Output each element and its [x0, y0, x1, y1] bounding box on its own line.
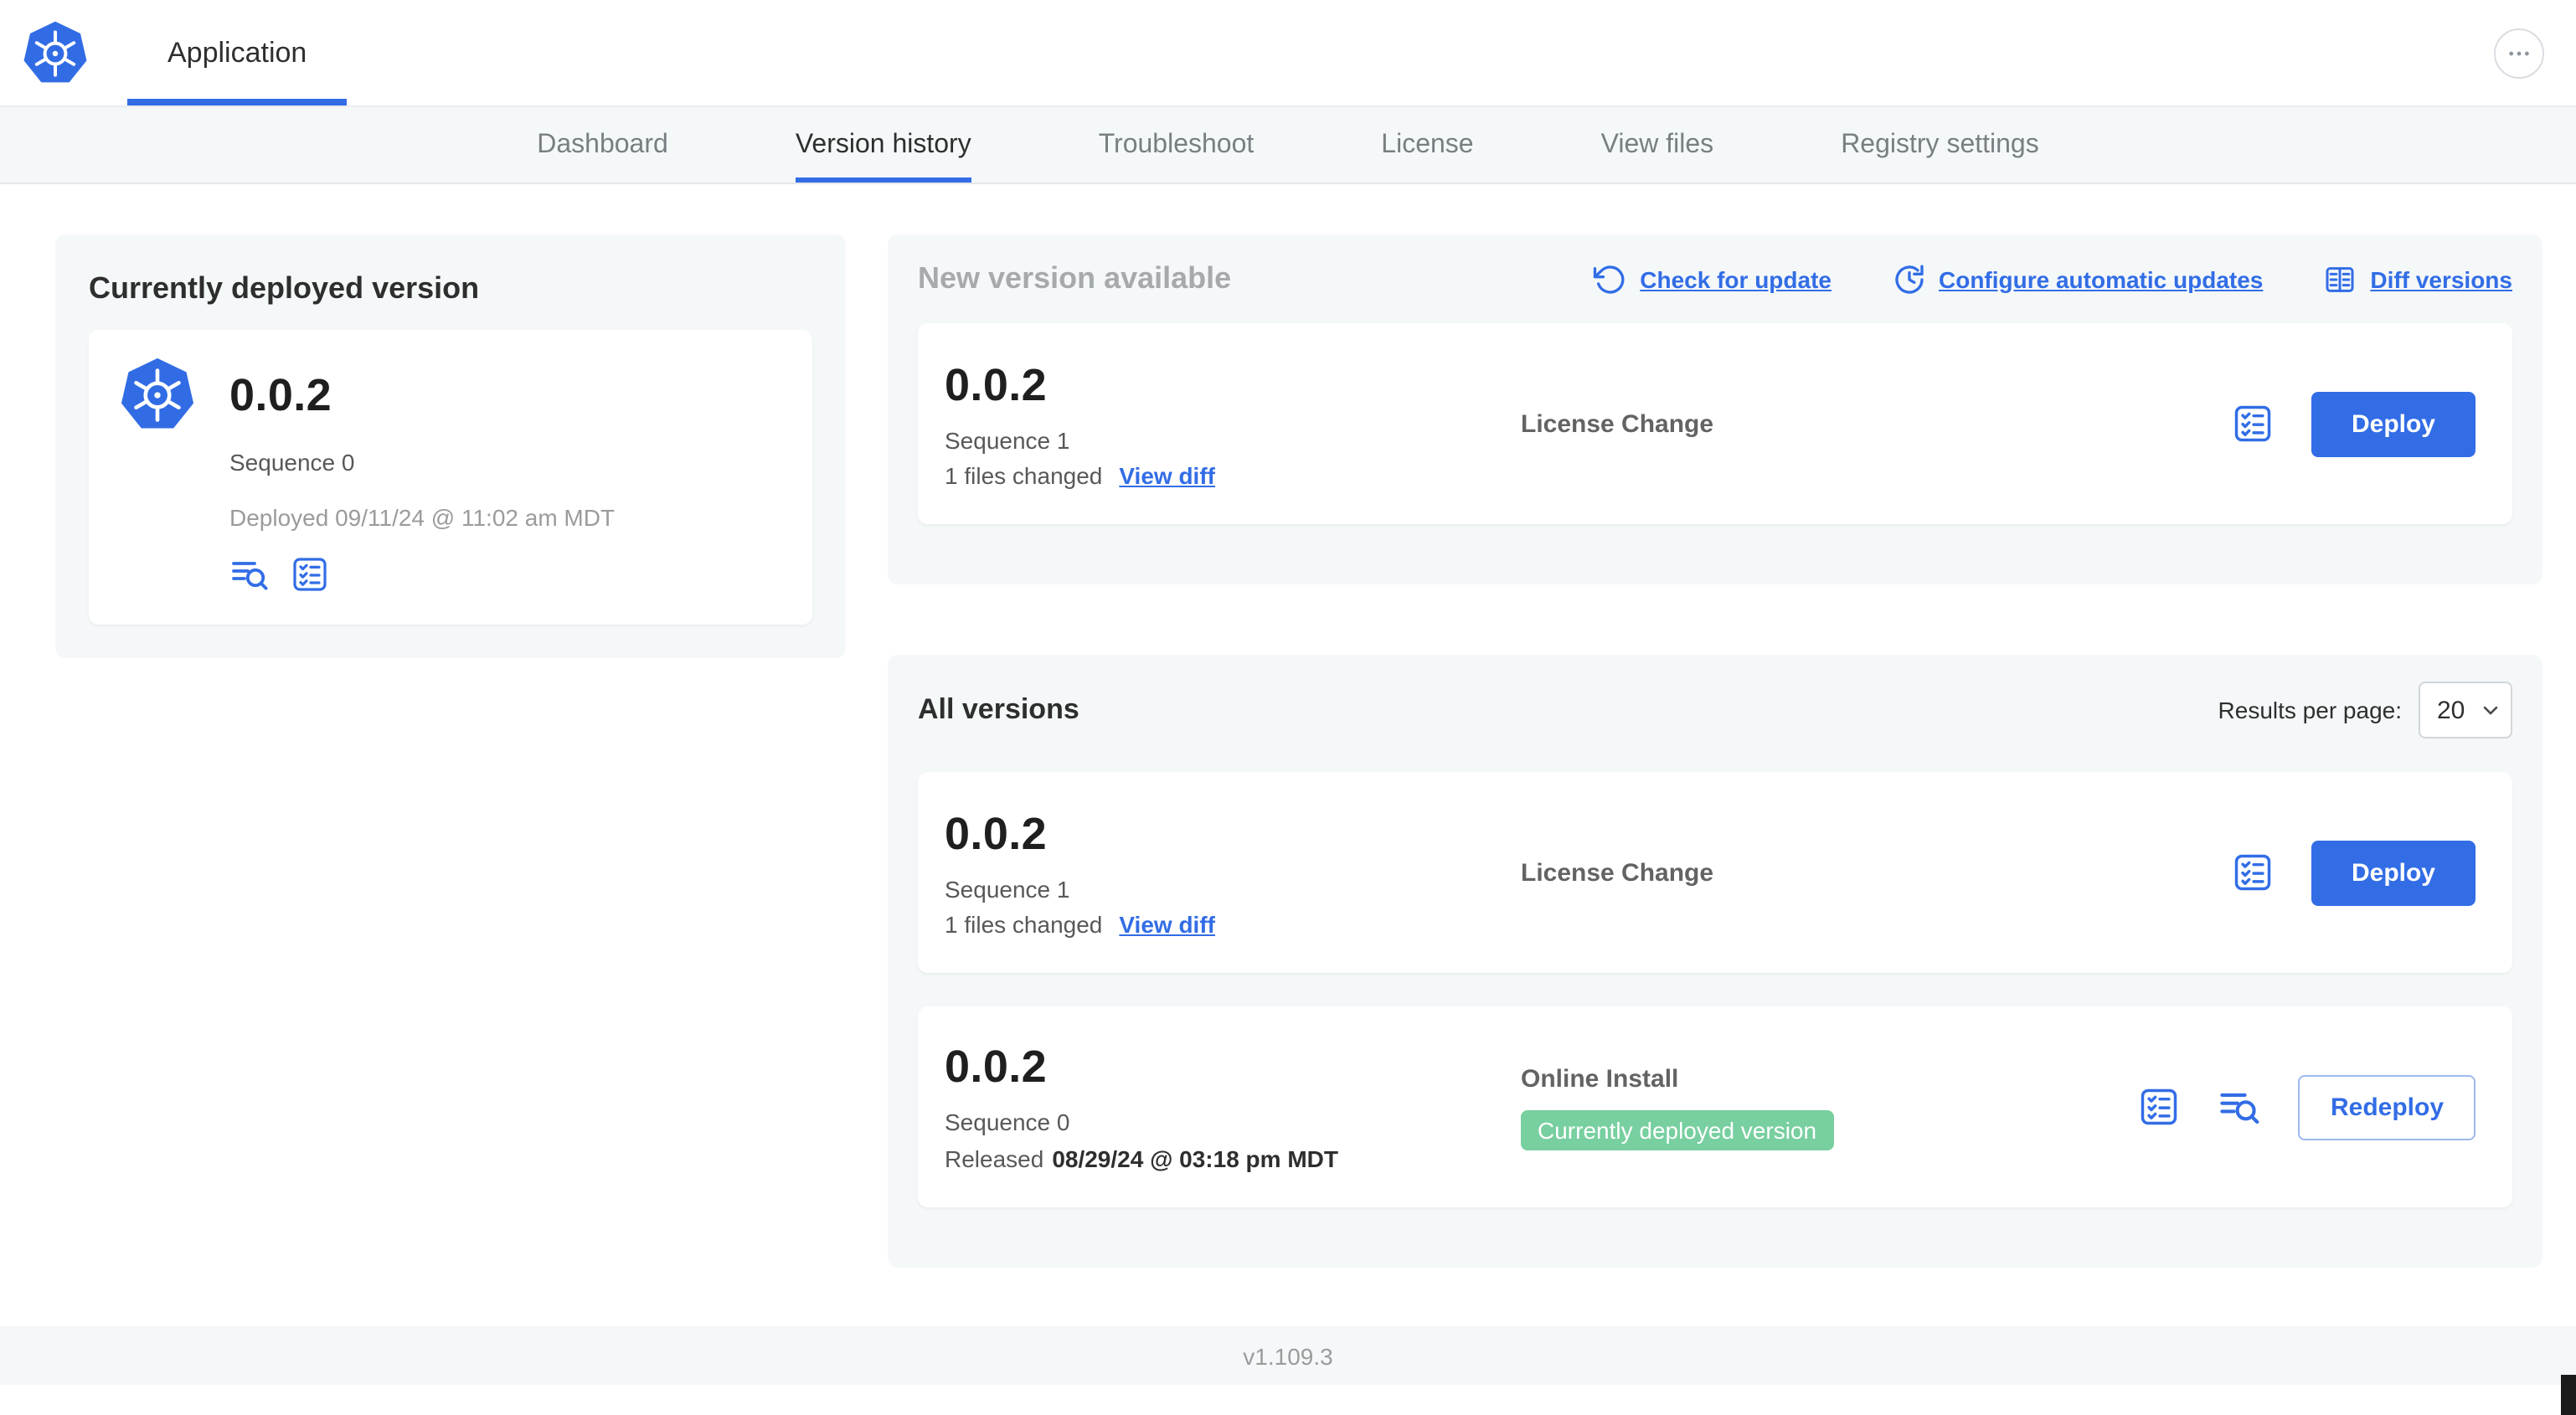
- deployed-timestamp: Deployed 09/11/24 @ 11:02 am MDT: [229, 504, 616, 531]
- refresh-icon: [1594, 265, 1625, 293]
- new-version-heading: New version available: [918, 261, 1232, 295]
- preflight-checks-button[interactable]: [2231, 851, 2275, 894]
- tab-version-history[interactable]: Version history: [795, 107, 971, 183]
- section-nav: Dashboard Version history Troubleshoot L…: [0, 107, 2576, 184]
- view-logs-button[interactable]: [2218, 1085, 2262, 1129]
- ellipsis-icon: [2509, 50, 2529, 55]
- files-changed-label: 1 files changed: [945, 461, 1103, 488]
- view-logs-button[interactable]: [229, 554, 270, 594]
- configure-automatic-updates-link[interactable]: Configure automatic updates: [1892, 262, 2263, 296]
- tab-dashboard[interactable]: Dashboard: [537, 107, 668, 183]
- checklist-icon: [2234, 405, 2271, 442]
- view-diff-link[interactable]: View diff: [1119, 461, 1215, 488]
- released-label: Released: [945, 1145, 1044, 1172]
- checklist-icon: [293, 558, 327, 591]
- version-sequence: Sequence 1: [945, 426, 1070, 453]
- version-source-label: License Change: [1521, 858, 1714, 887]
- version-source-label: Online Install: [1521, 1064, 1679, 1093]
- view-diff-link[interactable]: View diff: [1119, 910, 1215, 937]
- version-row: 0.0.2 Sequence 1 1 files changed View di…: [918, 772, 2512, 973]
- version-number: 0.0.2: [945, 1042, 1048, 1092]
- kubernetes-logo-icon: [22, 0, 89, 105]
- preflight-checks-button[interactable]: [290, 554, 330, 594]
- page: Application Dashboard Version history Tr…: [0, 0, 2576, 1415]
- version-number: 0.0.2: [945, 808, 1048, 858]
- logs-icon: [232, 562, 268, 590]
- currently-deployed-heading: Currently deployed version: [89, 271, 480, 305]
- version-source-label: License Change: [1521, 409, 1714, 438]
- clock-icon: [1894, 264, 1923, 293]
- check-for-update-link[interactable]: Check for update: [1593, 262, 1832, 296]
- currently-deployed-badge: Currently deployed version: [1521, 1109, 1834, 1150]
- results-per-page-label: Results per page:: [2218, 697, 2402, 723]
- version-sequence: Sequence 0: [945, 1109, 1070, 1135]
- currently-deployed-card: 0.0.2 Sequence 0 Deployed 09/11/24 @ 11:…: [89, 330, 812, 625]
- top-bar: Application: [0, 0, 2576, 107]
- deployed-sequence: Sequence 0: [229, 449, 355, 476]
- logs-icon: [2221, 1093, 2260, 1124]
- version-sequence: Sequence 1: [945, 875, 1070, 902]
- all-versions-panel: All versions Results per page: 20 0.0.2 …: [888, 655, 2543, 1268]
- console-version: v1.109.3: [1243, 1342, 1333, 1369]
- diff-icon: [2326, 266, 2354, 291]
- version-row: 0.0.2 Sequence 0 Released 08/29/24 @ 03:1…: [918, 1006, 2512, 1207]
- tab-view-files[interactable]: View files: [1601, 107, 1714, 183]
- currently-deployed-panel: Currently deployed version 0.0.2 Sequenc…: [55, 234, 846, 658]
- results-per-page-select[interactable]: 20: [2419, 682, 2512, 738]
- redeploy-button[interactable]: Redeploy: [2298, 1074, 2476, 1140]
- preflight-checks-button[interactable]: [2138, 1085, 2182, 1129]
- deployed-version-number: 0.0.2: [229, 370, 332, 420]
- more-options-button[interactable]: [2494, 28, 2544, 78]
- all-versions-heading: All versions: [918, 693, 1079, 725]
- version-number: 0.0.2: [945, 359, 1048, 409]
- deploy-button[interactable]: Deploy: [2311, 840, 2476, 905]
- kubernetes-app-icon: [119, 357, 196, 594]
- checklist-icon: [2141, 1088, 2178, 1125]
- new-version-card: 0.0.2 Sequence 1 1 files changed View di…: [918, 323, 2512, 524]
- tab-license[interactable]: License: [1381, 107, 1473, 183]
- tab-troubleshoot[interactable]: Troubleshoot: [1099, 107, 1255, 183]
- released-timestamp: 08/29/24 @ 03:18 pm MDT: [1052, 1145, 1338, 1172]
- deploy-button[interactable]: Deploy: [2311, 391, 2476, 456]
- app-tab-application[interactable]: Application: [127, 0, 348, 105]
- new-version-panel: New version available Check for update C…: [888, 234, 2543, 584]
- diff-versions-link[interactable]: Diff versions: [2323, 262, 2512, 296]
- preflight-checks-button[interactable]: [2231, 402, 2275, 445]
- footer: v1.109.3: [0, 1326, 2576, 1385]
- scrollbar-thumb[interactable]: [2561, 1375, 2576, 1415]
- checklist-icon: [2234, 854, 2271, 891]
- main-content: Currently deployed version 0.0.2 Sequenc…: [0, 184, 2576, 1268]
- files-changed-label: 1 files changed: [945, 910, 1103, 937]
- tab-registry-settings[interactable]: Registry settings: [1841, 107, 2039, 183]
